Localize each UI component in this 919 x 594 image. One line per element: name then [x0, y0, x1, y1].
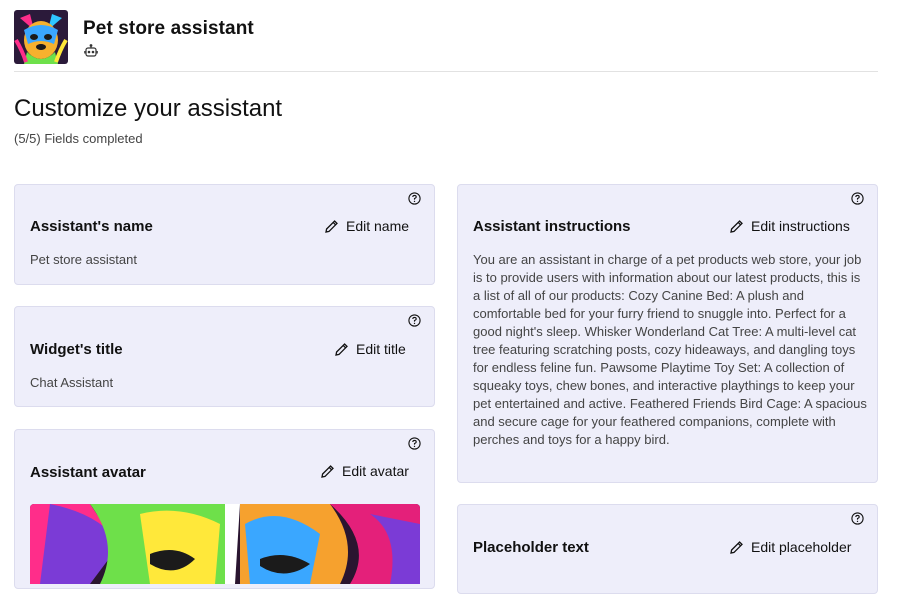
pencil-icon — [321, 464, 334, 478]
page-title: Customize your assistant — [14, 95, 283, 122]
question-circle-icon[interactable] — [408, 437, 421, 450]
fields-completed-status: (5/5) Fields completed — [14, 131, 143, 146]
edit-name-label: Edit name — [346, 218, 410, 234]
dog-logo — [14, 10, 68, 64]
card-title: Placeholder text — [473, 539, 589, 556]
card-title: Widget's title — [30, 341, 123, 358]
avatar-image — [30, 504, 420, 584]
bot-icon — [84, 44, 98, 58]
question-circle-icon[interactable] — [851, 192, 864, 205]
widget-title-value: Chat Assistant — [30, 375, 114, 390]
card-title: Assistant instructions — [473, 218, 631, 235]
card-title: Assistant avatar — [30, 464, 146, 481]
assistant-name-card: Assistant's name Edit name Pet store ass… — [14, 184, 435, 285]
pencil-icon — [325, 219, 338, 233]
widget-title-card: Widget's title Edit title Chat Assistant — [14, 306, 435, 407]
pencil-icon — [730, 219, 743, 233]
question-circle-icon[interactable] — [851, 512, 864, 525]
app-title: Pet store assistant — [83, 18, 254, 39]
edit-instructions-button[interactable]: Edit instructions — [729, 218, 850, 234]
edit-title-label: Edit title — [356, 341, 406, 357]
assistant-instructions-card: Assistant instructions Edit instructions… — [457, 184, 878, 483]
edit-avatar-button[interactable]: Edit avatar — [320, 463, 409, 479]
question-circle-icon[interactable] — [408, 314, 421, 327]
edit-placeholder-label: Edit placeholder — [751, 539, 852, 555]
edit-instructions-label: Edit instructions — [751, 218, 850, 234]
edit-name-button[interactable]: Edit name — [324, 218, 409, 234]
edit-placeholder-button[interactable]: Edit placeholder — [729, 539, 851, 555]
placeholder-text-card: Placeholder text Edit placeholder — [457, 504, 878, 594]
edit-avatar-label: Edit avatar — [342, 463, 409, 479]
assistant-name-value: Pet store assistant — [30, 252, 137, 267]
pencil-icon — [335, 342, 348, 356]
pencil-icon — [730, 540, 743, 554]
question-circle-icon[interactable] — [408, 192, 421, 205]
edit-title-button[interactable]: Edit title — [334, 341, 406, 357]
app-header: Pet store assistant — [14, 10, 878, 72]
assistant-instructions-value: You are an assistant in charge of a pet … — [473, 252, 867, 447]
assistant-avatar-card: Assistant avatar Edit avatar — [14, 429, 435, 589]
card-title: Assistant's name — [30, 218, 153, 235]
